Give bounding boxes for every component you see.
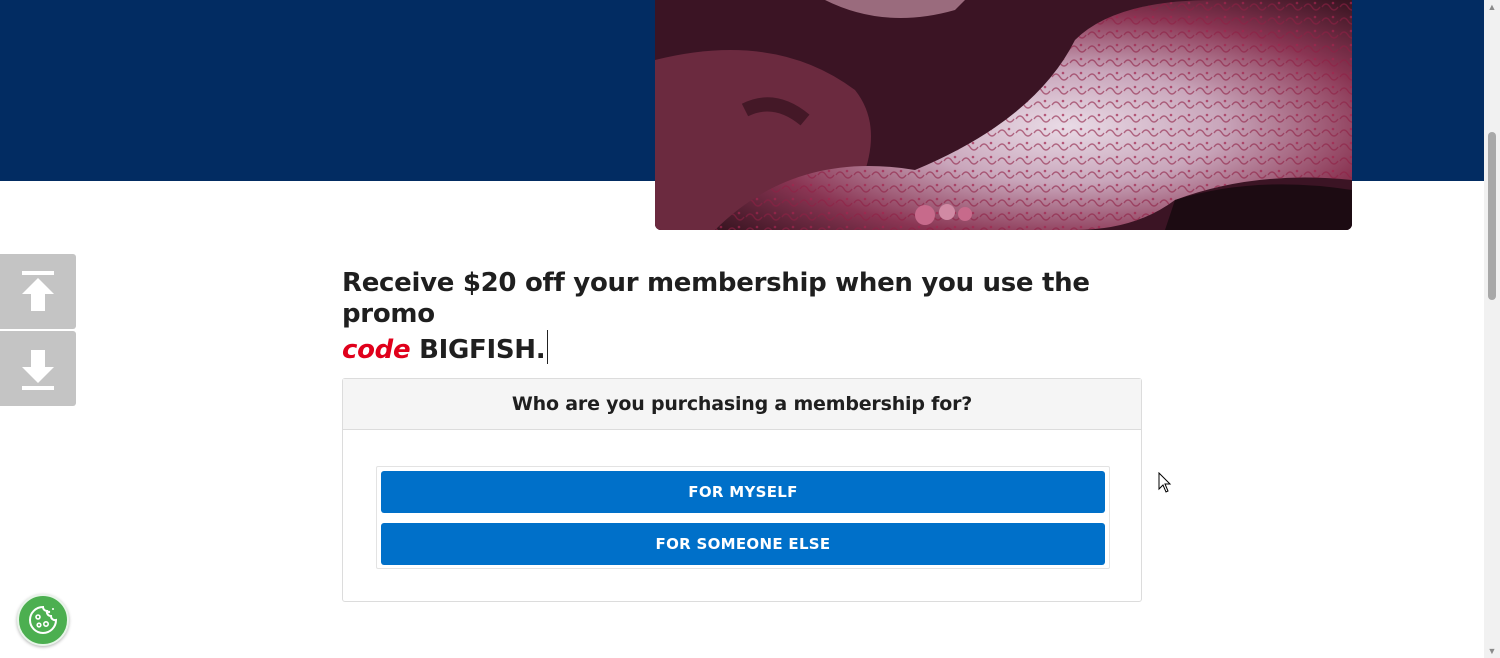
side-scroll-nav <box>0 254 76 408</box>
octopus-photo <box>655 0 1352 230</box>
promo-code-value: BIGFISH. <box>419 335 546 365</box>
octopus-image <box>655 0 1352 230</box>
cookie-settings-button[interactable] <box>17 594 69 646</box>
scroll-up-arrow-icon[interactable]: ▲ <box>1484 0 1500 14</box>
scrollbar-thumb[interactable] <box>1488 132 1496 300</box>
promo-text: Receive $20 off your membership when you… <box>342 268 1090 329</box>
scroll-to-top-button[interactable] <box>0 254 76 329</box>
scroll-to-bottom-button[interactable] <box>0 331 76 406</box>
page-scrollbar[interactable]: ▲ ▼ <box>1484 0 1500 658</box>
membership-panel: Who are you purchasing a membership for?… <box>342 378 1142 602</box>
membership-question: Who are you purchasing a membership for? <box>343 379 1141 430</box>
text-caret <box>547 330 549 364</box>
for-myself-button[interactable]: FOR MYSELF <box>381 471 1105 513</box>
cookie-icon <box>29 605 58 634</box>
membership-options: FOR MYSELF FOR SOMEONE ELSE <box>376 466 1110 569</box>
promo-heading: Receive $20 off your membership when you… <box>342 268 1142 366</box>
arrow-down-bar-icon <box>22 349 54 390</box>
for-someone-else-button[interactable]: FOR SOMEONE ELSE <box>381 523 1105 565</box>
promo-code-word: code <box>342 335 411 365</box>
scroll-down-arrow-icon[interactable]: ▼ <box>1484 644 1500 658</box>
arrow-up-bar-icon <box>22 270 54 311</box>
mouse-pointer-icon <box>1158 472 1172 493</box>
